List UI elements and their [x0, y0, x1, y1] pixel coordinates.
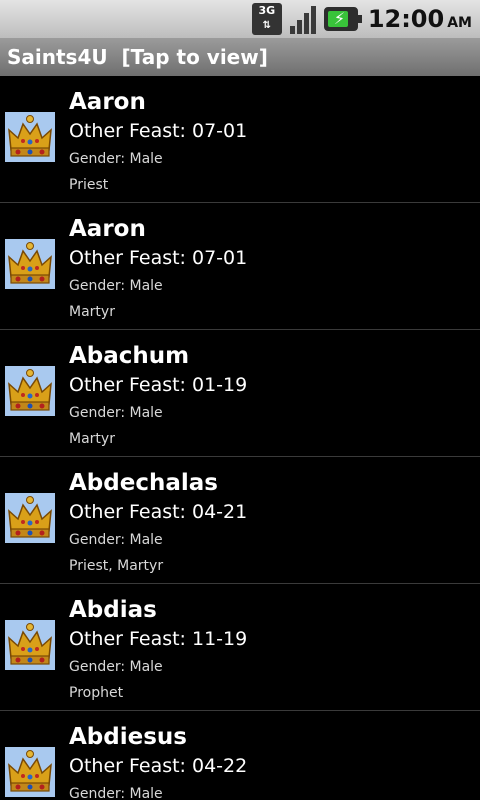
saint-gender: Gender: Male — [69, 659, 163, 675]
saint-gender: Gender: Male — [69, 786, 163, 800]
saint-type: Martyr — [69, 304, 115, 320]
clock: 12:00 AM — [368, 5, 472, 33]
saint-feast: Other Feast: 04-21 — [69, 501, 248, 523]
list-item[interactable]: Abdechalas Other Feast: 04-21 Gender: Ma… — [0, 457, 480, 584]
saints-list[interactable]: Aaron Other Feast: 07-01 Gender: Male Pr… — [0, 76, 480, 800]
saint-name: Aaron — [69, 216, 146, 242]
list-item[interactable]: Abachum Other Feast: 01-19 Gender: Male … — [0, 330, 480, 457]
saint-feast: Other Feast: 07-01 — [69, 247, 248, 269]
crown-icon — [5, 620, 55, 670]
saint-feast: Other Feast: 01-19 — [69, 374, 248, 396]
list-item[interactable]: Abdiesus Other Feast: 04-22 Gender: Male — [0, 711, 480, 800]
saint-gender: Gender: Male — [69, 532, 163, 548]
battery-charging-icon: ⚡ — [323, 7, 362, 31]
saint-gender: Gender: Male — [69, 278, 163, 294]
saint-type: Priest — [69, 177, 109, 193]
crown-icon — [5, 366, 55, 416]
network-label: 3G — [258, 4, 276, 17]
list-item[interactable]: Aaron Other Feast: 07-01 Gender: Male Pr… — [0, 76, 480, 203]
saint-feast: Other Feast: 07-01 — [69, 120, 248, 142]
crown-icon — [5, 493, 55, 543]
saint-name: Abachum — [69, 343, 190, 369]
saint-name: Aaron — [69, 89, 146, 115]
saint-gender: Gender: Male — [69, 151, 163, 167]
signal-strength-icon — [288, 4, 318, 34]
saint-feast: Other Feast: 04-22 — [69, 755, 248, 777]
saint-name: Abdias — [69, 597, 157, 623]
saint-name: Abdiesus — [69, 724, 187, 750]
clock-time: 12:00 — [367, 5, 445, 33]
saint-gender: Gender: Male — [69, 405, 163, 421]
title-bar: Saints4U [Tap to view] — [0, 38, 480, 76]
network-3g-icon: 3G ⇅ — [251, 3, 282, 35]
crown-icon — [5, 112, 55, 162]
saint-type: Priest, Martyr — [69, 558, 164, 574]
clock-ampm: AM — [447, 15, 472, 31]
status-bar: 3G ⇅ ⚡ 12:00 AM — [0, 0, 480, 38]
list-item[interactable]: Aaron Other Feast: 07-01 Gender: Male Ma… — [0, 203, 480, 330]
crown-icon — [5, 747, 55, 797]
saint-type: Prophet — [69, 685, 124, 701]
saint-type: Martyr — [69, 431, 115, 447]
saint-feast: Other Feast: 11-19 — [69, 628, 248, 650]
saint-name: Abdechalas — [69, 470, 218, 496]
app-title: Saints4U [Tap to view] — [7, 45, 268, 69]
crown-icon — [5, 239, 55, 289]
list-item[interactable]: Abdias Other Feast: 11-19 Gender: Male P… — [0, 584, 480, 711]
